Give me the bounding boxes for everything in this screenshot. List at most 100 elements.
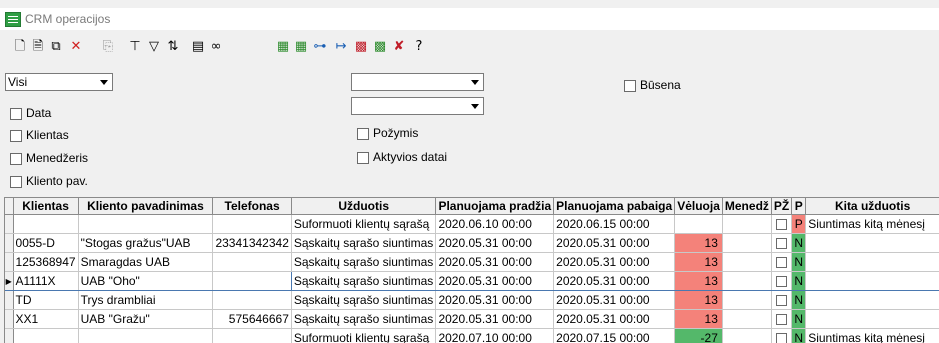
cell-uzduotis[interactable]: Suformuoti klientų sąrašą: [291, 215, 436, 234]
checkbox-box[interactable]: [776, 219, 787, 230]
checkbox-box[interactable]: [357, 152, 369, 164]
cell-veluoja[interactable]: [675, 215, 723, 234]
column-header[interactable]: Vėluoja: [675, 198, 723, 215]
table-row[interactable]: 0055-D"Stogas gražus"UAB23341342342Sąska…: [5, 234, 939, 253]
print-icon[interactable]: ▤: [190, 38, 206, 56]
checkbox-box[interactable]: [776, 257, 787, 268]
hierarchy-icon[interactable]: ⊤: [127, 38, 143, 56]
cell-kita-uzduotis[interactable]: [806, 272, 939, 291]
cancel-check-icon[interactable]: ✘: [391, 38, 407, 56]
cell-klientas[interactable]: [13, 329, 78, 343]
row-indicator[interactable]: [5, 253, 13, 272]
cell-menedzeris[interactable]: [722, 310, 771, 329]
row-indicator[interactable]: [5, 215, 13, 234]
cell-klientas[interactable]: 0055-D: [13, 234, 78, 253]
binoculars-icon[interactable]: ∞: [208, 38, 224, 56]
cell-pradzia[interactable]: 2020.05.31 00:00: [436, 272, 554, 291]
cell-veluoja[interactable]: 13: [675, 272, 723, 291]
checkbox-box[interactable]: [357, 128, 369, 140]
cell-p-flag[interactable]: P: [792, 215, 806, 234]
filter-combo-b[interactable]: [351, 97, 484, 115]
checkbox-box[interactable]: [776, 314, 787, 325]
cell-pavadinimas[interactable]: UAB "Oho": [78, 272, 213, 291]
row-indicator[interactable]: [5, 310, 13, 329]
cell-menedzeris[interactable]: [722, 253, 771, 272]
table-row[interactable]: ▶A1111XUAB "Oho" Sąskaitų sąrašo siuntima…: [5, 272, 939, 291]
cell-kita-uzduotis[interactable]: [806, 310, 939, 329]
cell-uzduotis[interactable]: Sąskaitų sąrašo siuntimas: [291, 310, 436, 329]
cell-uzduotis[interactable]: Sąskaitų sąrašo siuntimas: [291, 272, 436, 291]
filter-combo-a[interactable]: [351, 73, 484, 91]
copy-icon[interactable]: ⎘: [100, 38, 116, 56]
cell-pradzia[interactable]: 2020.05.31 00:00: [436, 291, 554, 310]
cell-pabaiga[interactable]: 2020.07.15 00:00: [554, 329, 675, 343]
cell-veluoja[interactable]: 13: [675, 253, 723, 272]
cell-pabaiga[interactable]: 2020.05.31 00:00: [554, 291, 675, 310]
checkbox-box[interactable]: [776, 276, 787, 287]
open-document-icon[interactable]: 🗎: [30, 38, 46, 56]
period-select[interactable]: Visi: [5, 73, 113, 91]
cell-pavadinimas[interactable]: [78, 329, 213, 343]
cell-telefonas[interactable]: [213, 291, 292, 310]
delete-icon[interactable]: ✕: [68, 38, 84, 56]
row-indicator[interactable]: [5, 329, 13, 343]
cell-pavadinimas[interactable]: UAB "Gražu": [78, 310, 213, 329]
table-row[interactable]: TDTrys drambliaiSąskaitų sąrašo siuntima…: [5, 291, 939, 310]
column-header[interactable]: P: [792, 198, 806, 215]
cell-pz-checkbox[interactable]: [771, 234, 791, 253]
cell-klientas[interactable]: XX1: [13, 310, 78, 329]
chevron-down-icon[interactable]: [466, 74, 483, 90]
checkbox-box[interactable]: [10, 108, 22, 120]
cell-pavadinimas[interactable]: [78, 215, 213, 234]
cell-p-flag[interactable]: N: [792, 253, 806, 272]
cell-pavadinimas[interactable]: "Stogas gražus"UAB: [78, 234, 213, 253]
column-header[interactable]: Kita užduotis: [806, 198, 939, 215]
cell-kita-uzduotis[interactable]: [806, 253, 939, 272]
column-header[interactable]: PŽ: [771, 198, 791, 215]
cell-menedzeris[interactable]: [722, 272, 771, 291]
cell-pradzia[interactable]: 2020.05.31 00:00: [436, 234, 554, 253]
filter-icon[interactable]: ▽: [146, 38, 162, 56]
cell-telefonas[interactable]: [213, 329, 292, 343]
cell-uzduotis[interactable]: Sąskaitų sąrašo siuntimas: [291, 291, 436, 310]
cell-klientas[interactable]: 125368947: [13, 253, 78, 272]
cell-telefonas[interactable]: [213, 272, 292, 291]
column-header[interactable]: Telefonas: [213, 198, 292, 215]
operations-grid[interactable]: Klientas Kliento pavadinimas Telefonas U…: [4, 197, 939, 343]
checkbox-box[interactable]: [776, 238, 787, 249]
column-header[interactable]: Užduotis: [291, 198, 436, 215]
table-row[interactable]: Suformuoti klientų sąrašą2020.06.10 00:0…: [5, 215, 939, 234]
cell-klientas[interactable]: [13, 215, 78, 234]
cell-pz-checkbox[interactable]: [771, 329, 791, 343]
row-indicator[interactable]: [5, 291, 13, 310]
cell-pz-checkbox[interactable]: [771, 215, 791, 234]
cell-menedzeris[interactable]: [722, 215, 771, 234]
cell-telefonas[interactable]: [213, 253, 292, 272]
chevron-down-icon[interactable]: [466, 98, 483, 114]
cell-klientas[interactable]: TD: [13, 291, 78, 310]
cell-menedzeris[interactable]: [722, 329, 771, 343]
cell-pabaiga[interactable]: 2020.05.31 00:00: [554, 272, 675, 291]
column-header[interactable]: Planuojama pabaiga: [554, 198, 675, 215]
cell-kita-uzduotis[interactable]: Siuntimas kitą mėnesį: [806, 215, 939, 234]
help-icon[interactable]: ?: [411, 38, 427, 56]
link-records-icon[interactable]: ⊶: [312, 38, 328, 56]
cell-uzduotis[interactable]: Suformuoti klientų sąrašą: [291, 329, 436, 343]
cell-pz-checkbox[interactable]: [771, 272, 791, 291]
cell-veluoja[interactable]: 13: [675, 310, 723, 329]
column-header[interactable]: Menedž: [722, 198, 771, 215]
cell-p-flag[interactable]: N: [792, 291, 806, 310]
cell-pz-checkbox[interactable]: [771, 310, 791, 329]
column-header[interactable]: Planuojama pradžia: [436, 198, 554, 215]
cell-p-flag[interactable]: N: [792, 329, 806, 343]
row-indicator[interactable]: ▶: [5, 272, 13, 291]
cell-uzduotis[interactable]: Sąskaitų sąrašo siuntimas: [291, 253, 436, 272]
cell-pradzia[interactable]: 2020.06.10 00:00: [436, 215, 554, 234]
sort-az-icon[interactable]: ⇅: [165, 38, 181, 56]
cell-uzduotis[interactable]: Sąskaitų sąrašo siuntimas: [291, 234, 436, 253]
cell-kita-uzduotis[interactable]: [806, 291, 939, 310]
checkbox-box[interactable]: [10, 130, 22, 142]
cell-klientas[interactable]: A1111X: [13, 272, 78, 291]
cell-pradzia[interactable]: 2020.05.31 00:00: [436, 310, 554, 329]
network-icon[interactable]: ⧉: [48, 38, 64, 56]
